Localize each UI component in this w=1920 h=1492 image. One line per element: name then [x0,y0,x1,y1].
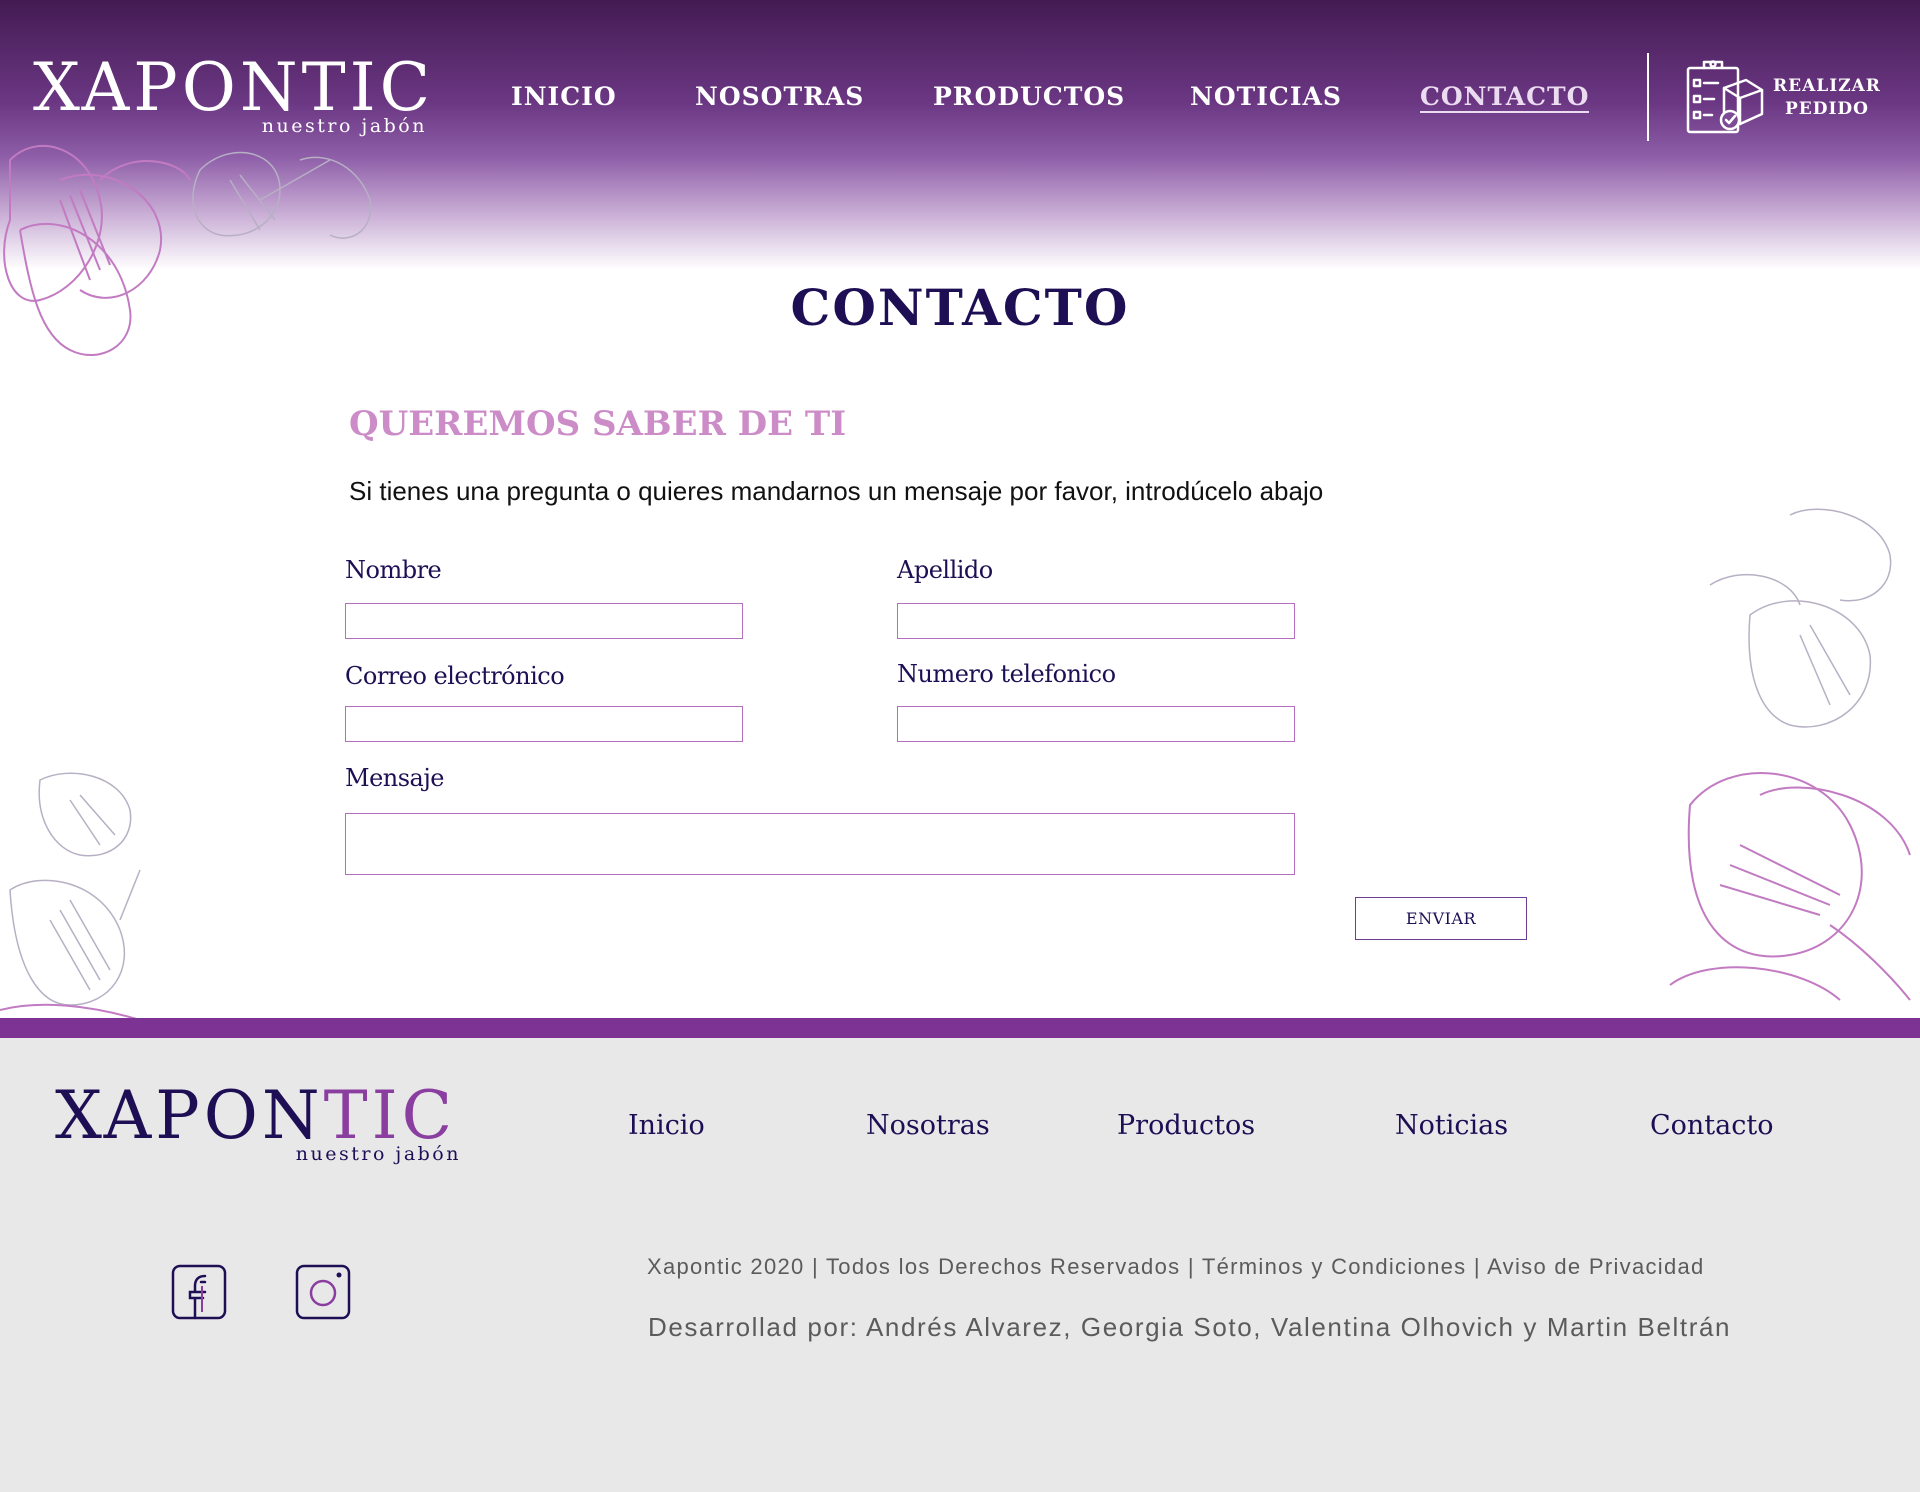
nav-noticias[interactable]: NOTICIAS [1190,82,1342,111]
nav-contacto[interactable]: CONTACTO [1420,82,1590,113]
footer-link-contacto[interactable]: Contacto [1650,1110,1773,1141]
footer-link-inicio[interactable]: Inicio [628,1110,705,1141]
footer-logo[interactable]: XAPONTIC nuestro jabón [55,1080,475,1170]
flower-decoration-right [1669,508,1911,1001]
apellido-label: Apellido [897,556,993,584]
order-button-label: REALIZAR PEDIDO [1772,75,1882,121]
header-logo[interactable]: XAPONTIC nuestro jabón [33,52,433,142]
order-label-line2: PEDIDO [1785,99,1869,119]
footer-top-bar [0,1018,1920,1038]
section-title: QUEREMOS SABER DE TI [349,404,847,444]
footer-logo-tagline: nuestro jabón [295,1143,461,1165]
telefono-label: Numero telefonico [897,660,1116,688]
footer-legal-text: Xapontic 2020 | Todos los Derechos Reser… [647,1254,1705,1279]
correo-input[interactable] [345,706,743,742]
flower-decoration-bottom-left [0,772,141,1020]
nav-inicio[interactable]: INICIO [511,82,617,111]
footer-link-nosotras[interactable]: Nosotras [866,1110,990,1141]
mensaje-label: Mensaje [345,764,445,792]
nombre-label: Nombre [345,556,442,584]
telefono-input[interactable] [897,706,1295,742]
send-button[interactable]: ENVIAR [1355,897,1527,940]
footer-credits-text: Desarrollad por: Andrés Alvarez, Georgia… [648,1312,1732,1342]
mensaje-textarea[interactable] [345,813,1295,875]
logo-tagline: nuestro jabón [261,115,427,137]
nombre-input[interactable] [345,603,743,639]
footer-logo-part-a: XAPON [55,1077,324,1154]
order-label-line1: REALIZAR [1773,76,1881,96]
apellido-input[interactable] [897,603,1295,639]
nav-productos[interactable]: PRODUCTOS [933,82,1125,111]
nav-nosotras[interactable]: NOSOTRAS [695,82,864,111]
intro-text: Si tienes una pregunta o quieres mandarn… [349,476,1324,506]
instagram-icon[interactable] [295,1264,351,1320]
logo-wordmark: XAPONTIC [33,49,435,126]
correo-label: Correo electrónico [345,662,565,690]
page-title: CONTACTO [790,278,1130,337]
footer-link-productos[interactable]: Productos [1117,1110,1255,1141]
footer-link-noticias[interactable]: Noticias [1395,1110,1508,1141]
order-clipboard-icon [1686,60,1764,134]
footer-logo-wordmark: XAPONTIC [55,1080,456,1152]
facebook-icon[interactable] [171,1264,227,1320]
nav-divider [1647,53,1649,141]
order-button[interactable]: REALIZAR PEDIDO [1684,58,1884,138]
